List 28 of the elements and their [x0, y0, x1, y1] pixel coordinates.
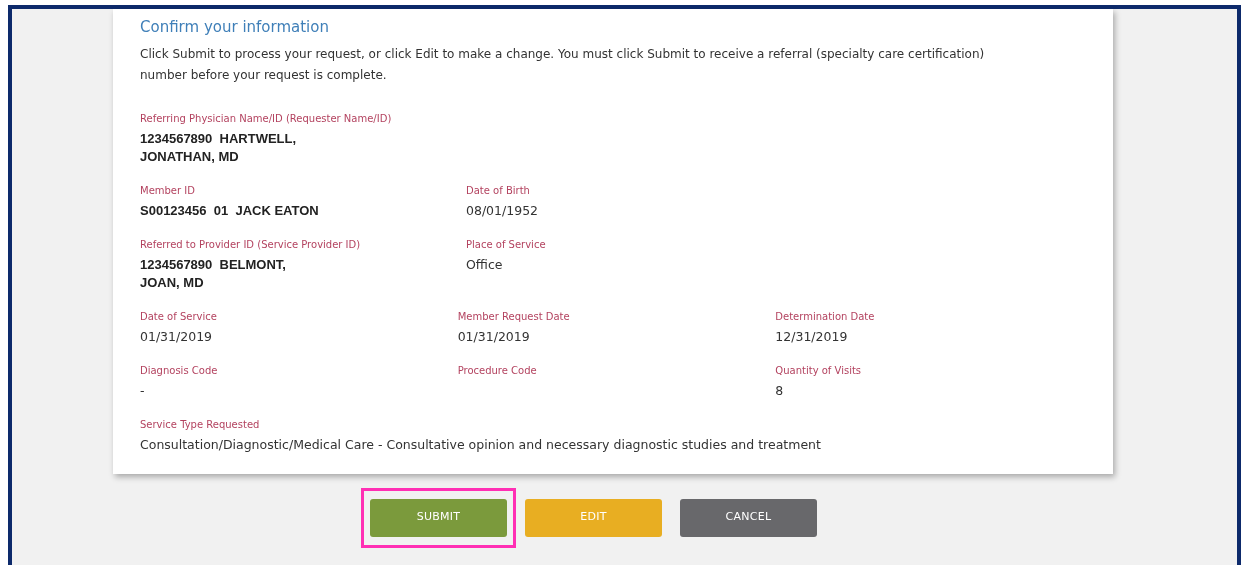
- field-label: Procedure Code: [457, 363, 538, 378]
- field-label: Referred to Provider ID (Service Provider ID): [140, 237, 362, 252]
- field-value: 8: [775, 381, 785, 400]
- field-value: 01/31/2019: [457, 327, 531, 346]
- edit-button[interactable]: EDIT: [525, 498, 662, 537]
- field-label: Member ID: [140, 183, 196, 198]
- field-value: 01/31/2019: [140, 327, 214, 346]
- submit-button[interactable]: SUBMIT: [370, 498, 507, 537]
- field-label: Place of Service: [466, 237, 547, 252]
- field-label: Service Type Requested: [140, 417, 261, 432]
- field-value: Office: [466, 255, 504, 274]
- field-value: 08/01/1952: [466, 201, 540, 220]
- field-value: -: [140, 381, 146, 400]
- instructions-text: Click Submit to process your request, or click Edit to make a change. You must click Submit to receive a referral (specialty care certification) number before your request is complete.: [140, 45, 986, 84]
- field-label: Date of Service: [140, 309, 218, 324]
- section-title: Confirm your information: [140, 17, 330, 38]
- field-label: Member Request Date: [457, 309, 571, 324]
- field-label: Referring Physician Name/ID (Requester Name/ID): [140, 111, 393, 126]
- field-value: Consultation/Diagnostic/Medical Care - Consultative opinion and necessary diagnostic studies and treatment: [140, 435, 822, 454]
- field-value: 1234567890 BELMONT, JOAN, MD: [140, 255, 287, 292]
- field-label: Diagnosis Code: [140, 363, 219, 378]
- field-label: Determination Date: [775, 309, 876, 324]
- field-value: 12/31/2019: [775, 327, 849, 346]
- field-value: S00123456 01 JACK EATON: [140, 201, 320, 220]
- field-value: 1234567890 HARTWELL, JONATHAN, MD: [140, 129, 298, 166]
- cancel-button[interactable]: CANCEL: [680, 498, 817, 537]
- field-label: Date of Birth: [466, 183, 531, 198]
- field-label: Quantity of Visits: [775, 363, 863, 378]
